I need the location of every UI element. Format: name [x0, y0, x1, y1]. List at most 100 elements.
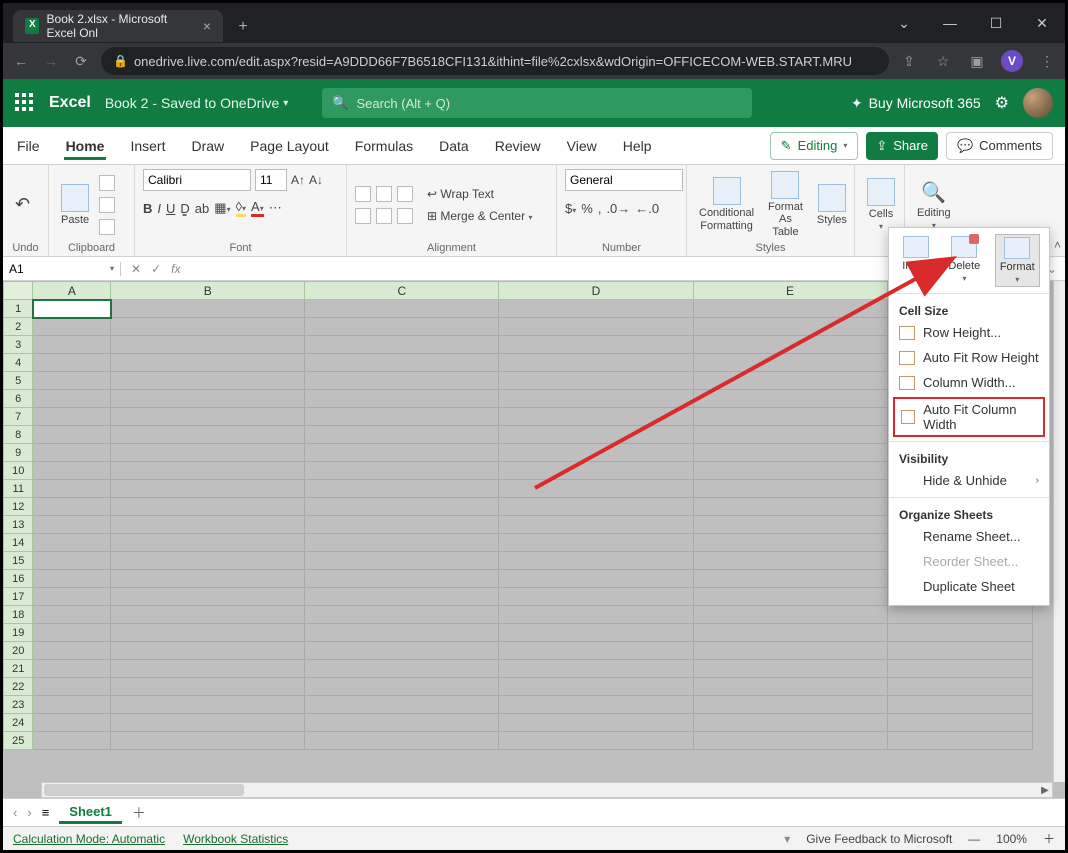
cell[interactable]	[33, 606, 111, 624]
col-header[interactable]: D	[499, 282, 693, 300]
cell[interactable]	[111, 318, 305, 336]
workbook-stats[interactable]: Workbook Statistics	[183, 832, 288, 846]
cell[interactable]	[693, 660, 887, 678]
cell[interactable]	[693, 480, 887, 498]
row-header[interactable]: 18	[4, 606, 33, 624]
address-bar[interactable]: 🔒 onedrive.live.com/edit.aspx?resid=A9DD…	[101, 47, 889, 75]
zoom-in-icon[interactable]: ＋	[1043, 830, 1055, 847]
name-box[interactable]: A1▾	[3, 262, 121, 276]
horizontal-scrollbar[interactable]: ◀ ▶	[41, 782, 1053, 798]
cell[interactable]	[33, 534, 111, 552]
row-header[interactable]: 13	[4, 516, 33, 534]
row-header[interactable]: 22	[4, 678, 33, 696]
cell[interactable]	[499, 318, 693, 336]
row-header[interactable]: 25	[4, 732, 33, 750]
format-painter-icon[interactable]	[99, 219, 115, 235]
cell[interactable]	[33, 624, 111, 642]
mode-editing-button[interactable]: ✎ Editing ▾	[770, 132, 859, 160]
cell[interactable]	[305, 300, 499, 318]
cell[interactable]	[305, 462, 499, 480]
cell[interactable]	[693, 570, 887, 588]
cell[interactable]	[499, 426, 693, 444]
cell[interactable]	[111, 570, 305, 588]
row-header[interactable]: 14	[4, 534, 33, 552]
borders-icon[interactable]: ▦▾	[214, 200, 230, 216]
cell[interactable]	[499, 624, 693, 642]
cell[interactable]	[693, 516, 887, 534]
cell[interactable]	[111, 732, 305, 750]
cell[interactable]	[499, 678, 693, 696]
cell[interactable]	[33, 714, 111, 732]
cell[interactable]	[111, 426, 305, 444]
cell[interactable]	[887, 606, 1032, 624]
cell[interactable]	[693, 642, 887, 660]
cell[interactable]	[111, 372, 305, 390]
cell[interactable]	[33, 732, 111, 750]
cell[interactable]	[693, 408, 887, 426]
row-header[interactable]: 8	[4, 426, 33, 444]
window-minimize-icon[interactable]: —	[927, 3, 973, 43]
bold-button[interactable]: B	[143, 201, 152, 216]
cell[interactable]	[111, 462, 305, 480]
tab-insert[interactable]: Insert	[128, 132, 167, 160]
row-header[interactable]: 9	[4, 444, 33, 462]
row-header[interactable]: 5	[4, 372, 33, 390]
cell[interactable]	[111, 480, 305, 498]
tab-data[interactable]: Data	[437, 132, 471, 160]
forward-icon[interactable]: →	[41, 53, 61, 69]
cell[interactable]	[33, 300, 111, 318]
kebab-menu-icon[interactable]: ⋮	[1037, 53, 1057, 70]
cell[interactable]	[111, 354, 305, 372]
cell[interactable]	[693, 300, 887, 318]
cell[interactable]	[111, 534, 305, 552]
cell[interactable]	[33, 390, 111, 408]
row-header[interactable]: 17	[4, 588, 33, 606]
add-sheet-button[interactable]: ＋	[132, 803, 146, 823]
wrap-text-button[interactable]: ↩ Wrap Text	[427, 187, 532, 201]
window-chevron-down-icon[interactable]: ⌄	[881, 3, 927, 43]
browser-tab[interactable]: Book 2.xlsx - Microsoft Excel Onl ×	[13, 10, 223, 42]
cell[interactable]	[305, 516, 499, 534]
menu-column-width[interactable]: Column Width...	[889, 370, 1049, 395]
col-header[interactable]: B	[111, 282, 305, 300]
cell[interactable]	[305, 426, 499, 444]
cell[interactable]	[111, 516, 305, 534]
tab-view[interactable]: View	[565, 132, 599, 160]
cell[interactable]	[693, 732, 887, 750]
row-header[interactable]: 6	[4, 390, 33, 408]
cell[interactable]	[33, 372, 111, 390]
cell[interactable]	[33, 660, 111, 678]
cell[interactable]	[33, 642, 111, 660]
cell[interactable]	[305, 444, 499, 462]
cell[interactable]	[33, 444, 111, 462]
cell[interactable]	[111, 444, 305, 462]
window-maximize-icon[interactable]: ☐	[973, 3, 1019, 43]
tab-page-layout[interactable]: Page Layout	[248, 132, 331, 160]
fill-color-icon[interactable]: ◊▾	[236, 199, 246, 217]
cell[interactable]	[887, 624, 1032, 642]
align-bottom-icon[interactable]	[397, 186, 413, 202]
cell[interactable]	[111, 606, 305, 624]
cell[interactable]	[499, 408, 693, 426]
tab-help[interactable]: Help	[621, 132, 654, 160]
row-header[interactable]: 3	[4, 336, 33, 354]
share-url-icon[interactable]: ⇪	[899, 53, 919, 70]
cell[interactable]	[305, 570, 499, 588]
cell[interactable]	[499, 534, 693, 552]
cell[interactable]	[305, 660, 499, 678]
user-avatar-icon[interactable]	[1023, 88, 1053, 118]
cell[interactable]	[693, 624, 887, 642]
cell[interactable]	[33, 516, 111, 534]
menu-autofit-column-width[interactable]: Auto Fit Column Width	[893, 397, 1045, 437]
more-font-icon[interactable]: ⋯	[269, 200, 282, 216]
row-header[interactable]: 15	[4, 552, 33, 570]
cell[interactable]	[305, 480, 499, 498]
cells-button[interactable]: Cells▾	[863, 176, 899, 233]
col-header[interactable]: E	[693, 282, 887, 300]
gear-icon[interactable]: ⚙	[995, 93, 1009, 113]
decrease-font-icon[interactable]: A↓	[309, 173, 323, 187]
cell[interactable]	[33, 462, 111, 480]
cell[interactable]	[33, 336, 111, 354]
underline-button[interactable]: U	[166, 201, 175, 216]
cell[interactable]	[305, 318, 499, 336]
